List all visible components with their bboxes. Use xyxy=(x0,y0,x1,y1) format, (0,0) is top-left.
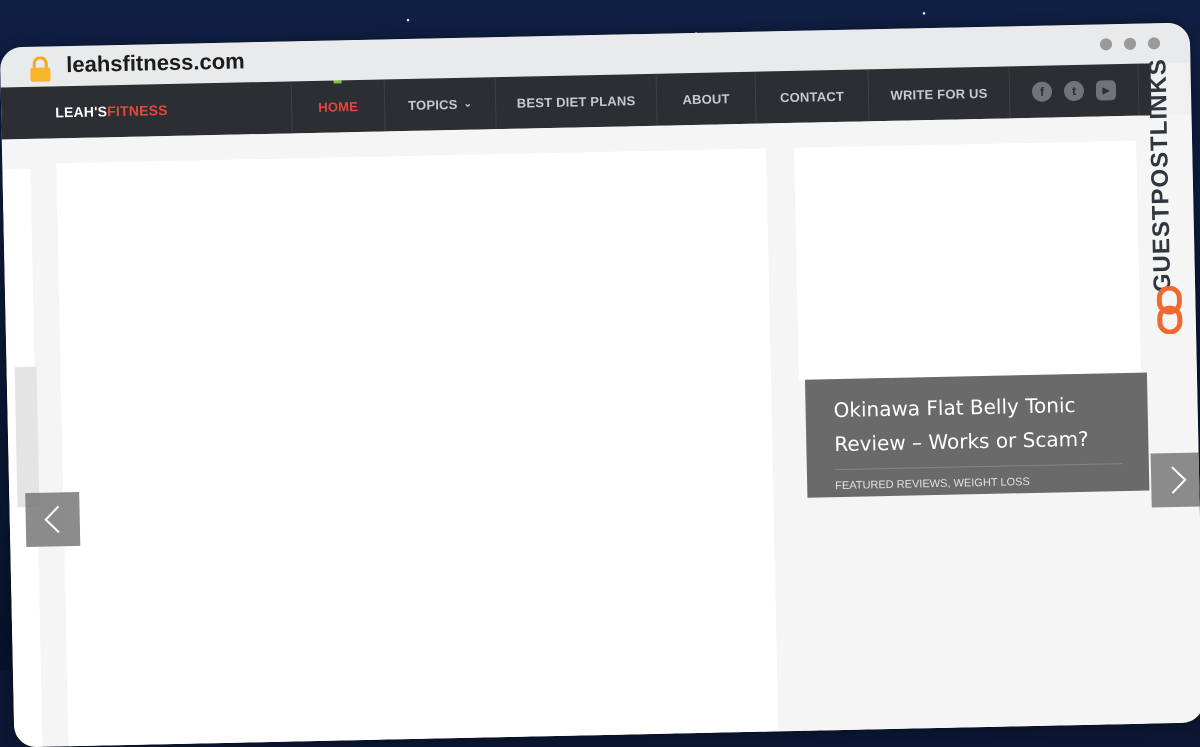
guestpostlinks-watermark: GUESTPOSTLINKS xyxy=(1140,34,1198,345)
nav-contact-label: CONTACT xyxy=(780,88,844,104)
nav-write-for-us-label: WRITE FOR US xyxy=(890,85,987,102)
slide-title[interactable]: Okinawa Flat Belly Tonic Review – Works … xyxy=(833,387,1122,461)
chevron-left-icon xyxy=(40,504,65,534)
chevron-right-icon xyxy=(1166,465,1191,495)
nav-contact[interactable]: CONTACT xyxy=(755,69,869,123)
slider-next-button[interactable] xyxy=(1151,452,1200,507)
browser-window: leahsfitness.com LEAH'S FITNESS HOME TOP… xyxy=(0,23,1200,747)
twitter-icon[interactable]: t xyxy=(1064,81,1084,101)
nav-write-for-us[interactable]: WRITE FOR US xyxy=(867,66,1009,121)
url-text[interactable]: leahsfitness.com xyxy=(66,48,245,78)
caption-divider xyxy=(835,463,1123,470)
nav-best-diet-plans[interactable]: BEST DIET PLANS xyxy=(495,74,657,129)
screenshot-scene: leahsfitness.com LEAH'S FITNESS HOME TOP… xyxy=(0,0,1200,682)
youtube-icon[interactable]: ▶ xyxy=(1096,80,1116,100)
chain-link-icon xyxy=(1155,286,1184,335)
nav-topics-label: TOPICS xyxy=(408,96,458,112)
lock-icon xyxy=(28,56,53,82)
watermark-text: GUESTPOSTLINKS xyxy=(1144,52,1177,293)
site-logo[interactable]: LEAH'S FITNESS xyxy=(1,81,292,139)
nav-topics[interactable]: TOPICS ⌄ xyxy=(384,77,496,131)
slide-caption: Okinawa Flat Belly Tonic Review – Works … xyxy=(805,373,1149,498)
facebook-icon[interactable]: f xyxy=(1032,81,1052,101)
slide-categories[interactable]: FEATURED REVIEWS, WEIGHT LOSS xyxy=(835,474,1123,492)
slide-featured-image[interactable] xyxy=(794,141,1141,380)
prev-slide-caption-edge xyxy=(15,367,40,507)
social-links: f t ▶ xyxy=(1008,64,1139,119)
slide-main-image[interactable] xyxy=(56,148,778,747)
nav-about[interactable]: ABOUT xyxy=(656,72,756,126)
logo-part2: FITNESS xyxy=(107,102,168,119)
window-dot-icon[interactable] xyxy=(1100,38,1112,50)
chevron-down-icon: ⌄ xyxy=(463,98,472,109)
nav-home[interactable]: HOME xyxy=(291,79,385,133)
nav-about-label: ABOUT xyxy=(682,91,730,107)
slider-prev-button[interactable] xyxy=(25,492,80,547)
nav-best-diet-plans-label: BEST DIET PLANS xyxy=(517,93,636,110)
logo-part1: LEAH'S xyxy=(55,103,107,120)
slide-featured[interactable]: Okinawa Flat Belly Tonic Review – Works … xyxy=(794,141,1148,747)
window-dot-icon[interactable] xyxy=(1124,38,1136,50)
nav-home-label: HOME xyxy=(318,99,358,115)
page-content: Okinawa Flat Belly Tonic Review – Works … xyxy=(2,115,1200,747)
